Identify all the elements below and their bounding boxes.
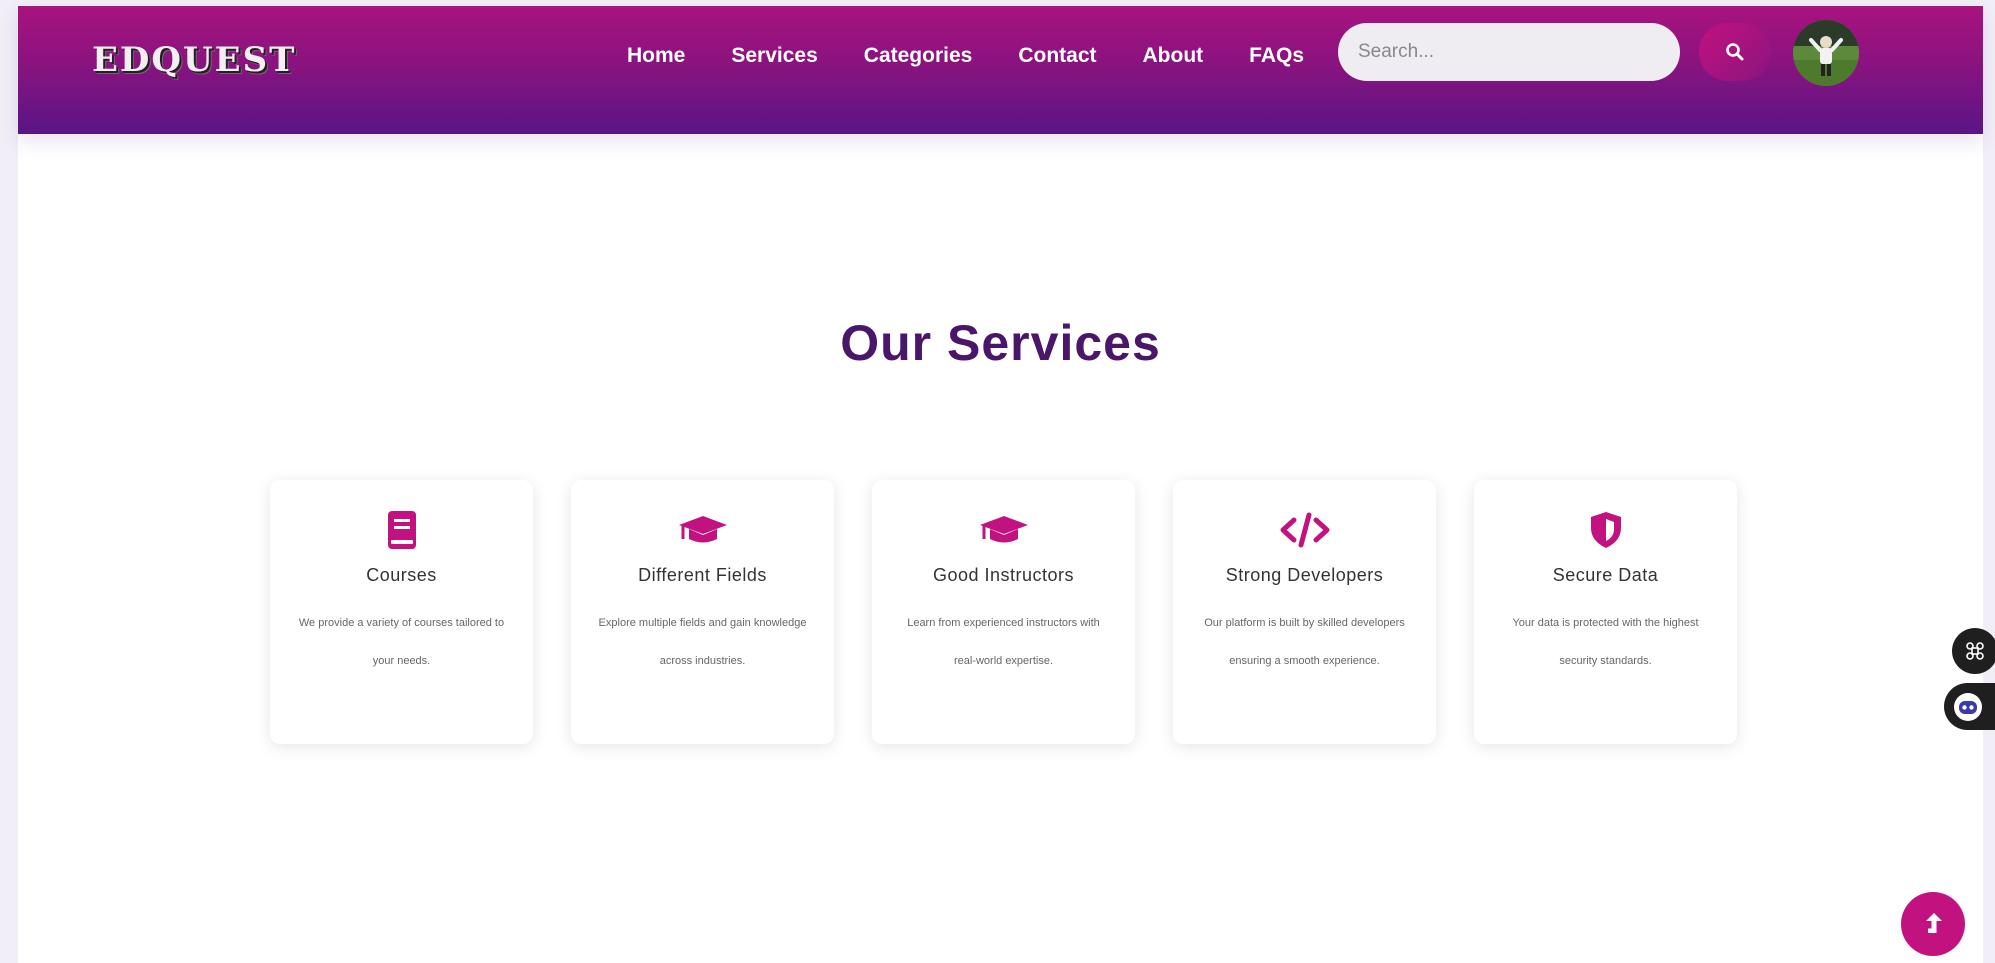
service-card-courses: Courses We provide a variety of courses …: [270, 480, 533, 744]
logo[interactable]: EDQUEST: [92, 40, 296, 80]
nav-link-about[interactable]: About: [1143, 44, 1204, 68]
search-icon: [1726, 43, 1744, 61]
card-description: Our platform is built by skilled develop…: [1204, 617, 1405, 667]
nav-link-contact[interactable]: Contact: [1018, 44, 1096, 68]
command-button[interactable]: [1952, 628, 1995, 674]
card-title: Strong Developers: [1225, 565, 1384, 585]
card-description: Your data is protected with the highest …: [1512, 617, 1699, 667]
shield-icon: [1590, 512, 1621, 548]
card-description: We provide a variety of courses tailored…: [298, 617, 505, 667]
chatbot-button[interactable]: [1944, 683, 1995, 730]
user-avatar[interactable]: [1793, 20, 1859, 86]
card-title: Courses: [366, 565, 437, 585]
scroll-to-top-button[interactable]: [1901, 892, 1965, 956]
card-description: Explore multiple fields and gain knowled…: [598, 617, 807, 667]
avatar-image: [1793, 20, 1859, 86]
graduation-cap-icon: [678, 516, 727, 543]
arrow-up-icon: [1926, 913, 1942, 933]
card-title: Different Fields: [638, 565, 767, 585]
command-icon: [1966, 642, 1984, 660]
service-card-secure-data: Secure Data Your data is protected with …: [1474, 480, 1737, 744]
card-title: Good Instructors: [932, 565, 1075, 585]
code-icon: [1280, 512, 1329, 548]
nav-link-services[interactable]: Services: [731, 44, 817, 68]
page: EDQUEST Home Services Categories Contact…: [18, 6, 1995, 963]
graduation-cap-icon: [979, 516, 1028, 543]
navbar: EDQUEST Home Services Categories Contact…: [18, 6, 1983, 134]
service-card-different-fields: Different Fields Explore multiple fields…: [571, 480, 834, 744]
services-cards: Courses We provide a variety of courses …: [270, 480, 1737, 744]
search-input[interactable]: [1338, 23, 1680, 81]
nav-link-categories[interactable]: Categories: [864, 44, 973, 68]
service-card-strong-developers: Strong Developers Our platform is built …: [1173, 480, 1436, 744]
nav-links: Home Services Categories Contact About F…: [627, 44, 1350, 68]
nav-link-faqs[interactable]: FAQs: [1249, 44, 1304, 68]
chatbot-icon: [1954, 692, 1982, 721]
book-icon: [387, 511, 416, 549]
nav-link-home[interactable]: Home: [627, 44, 685, 68]
card-title: Secure Data: [1552, 565, 1659, 585]
card-description: Learn from experienced instructors with …: [907, 617, 1100, 667]
service-card-good-instructors: Good Instructors Learn from experienced …: [872, 480, 1135, 744]
section-title: Our Services: [840, 315, 1161, 371]
search-button[interactable]: [1699, 23, 1771, 81]
